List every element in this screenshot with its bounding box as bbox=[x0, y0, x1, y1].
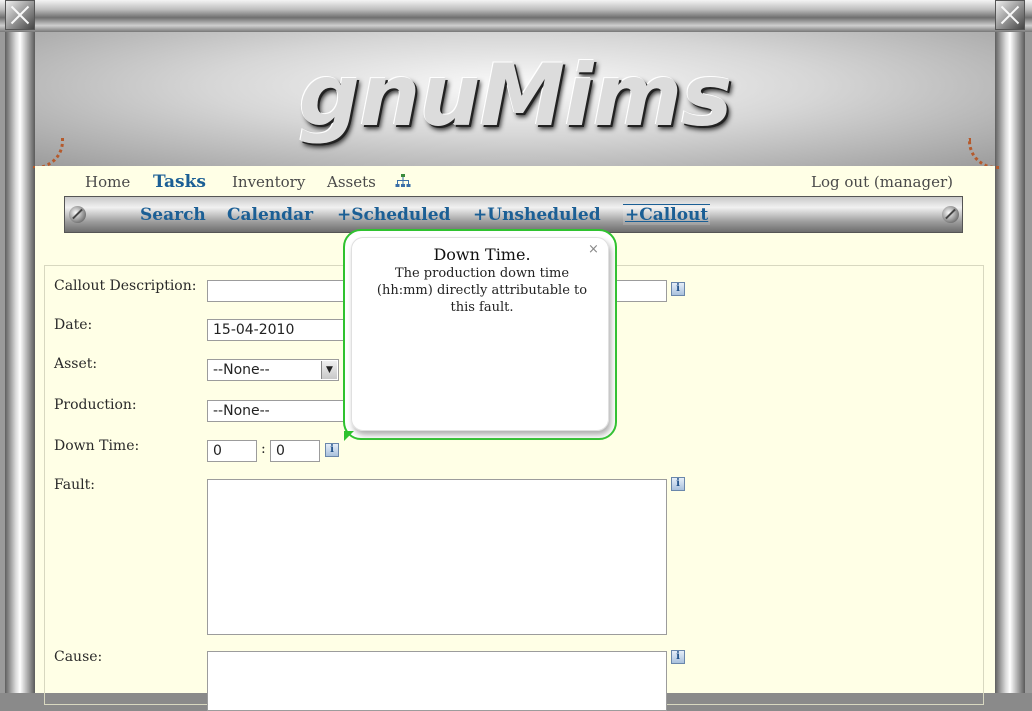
down-time-label: Down Time: bbox=[54, 438, 140, 454]
down-time-tooltip: Down Time. The production down time (hh:… bbox=[343, 229, 617, 440]
sitemap-icon[interactable] bbox=[395, 173, 411, 189]
production-label: Production: bbox=[54, 397, 137, 413]
header-banner: gnuMims bbox=[35, 32, 995, 166]
corner-bolt-left-icon bbox=[5, 0, 35, 30]
tooltip-tail bbox=[344, 431, 354, 441]
frame-edge-right bbox=[1025, 0, 1032, 693]
app-logo: gnuMims bbox=[298, 46, 733, 146]
subnav-search[interactable]: Search bbox=[140, 205, 206, 225]
chevron-down-icon[interactable]: ▼ bbox=[321, 361, 337, 379]
nav-assets[interactable]: Assets bbox=[327, 173, 376, 191]
down-time-info-icon[interactable]: i bbox=[325, 443, 339, 457]
production-select[interactable]: --None-- bbox=[207, 400, 347, 422]
callout-description-label: Callout Description: bbox=[54, 278, 197, 294]
date-label: Date: bbox=[54, 317, 93, 333]
cause-info-icon[interactable]: i bbox=[671, 650, 685, 664]
frame-top-bar bbox=[0, 0, 1032, 32]
subnav-calendar[interactable]: Calendar bbox=[227, 205, 313, 225]
fault-label: Fault: bbox=[54, 477, 95, 493]
nav-tasks[interactable]: Tasks bbox=[153, 172, 206, 192]
subnav-unscheduled[interactable]: +Unsheduled bbox=[473, 205, 601, 225]
down-time-hours-input[interactable]: 0 bbox=[207, 440, 257, 462]
cause-textarea[interactable] bbox=[207, 651, 667, 711]
asset-select[interactable]: --None-- ▼ bbox=[207, 359, 339, 381]
subnav-callout[interactable]: +Callout bbox=[623, 204, 711, 225]
down-time-minutes-input[interactable]: 0 bbox=[270, 440, 320, 462]
asset-select-value: --None-- bbox=[213, 362, 270, 378]
frame-right-pillar bbox=[995, 0, 1025, 693]
fault-textarea[interactable] bbox=[207, 479, 667, 635]
cause-label: Cause: bbox=[54, 649, 103, 665]
tooltip-body: The production down time (hh:mm) directl… bbox=[376, 266, 588, 315]
close-icon[interactable]: × bbox=[588, 242, 599, 257]
callout-description-info-icon[interactable]: i bbox=[671, 282, 685, 296]
nav-inventory[interactable]: Inventory bbox=[232, 173, 305, 191]
frame-left-pillar bbox=[5, 0, 35, 693]
logout-link[interactable]: Log out (manager) bbox=[811, 173, 953, 191]
nav-home[interactable]: Home bbox=[85, 173, 130, 191]
asset-label: Asset: bbox=[54, 356, 98, 372]
down-time-separator: : bbox=[261, 441, 266, 457]
tooltip-title: Down Time. bbox=[433, 245, 531, 264]
sub-navigation: Search Calendar +Scheduled +Unsheduled +… bbox=[64, 196, 963, 233]
corner-bolt-right-icon bbox=[995, 0, 1025, 30]
screw-right-icon bbox=[942, 206, 959, 223]
subnav-scheduled[interactable]: +Scheduled bbox=[337, 205, 450, 225]
fault-info-icon[interactable]: i bbox=[671, 477, 685, 491]
top-navigation: Home Tasks Inventory Assets Log out (man… bbox=[35, 171, 995, 195]
date-input[interactable]: 15-04-2010 bbox=[207, 319, 347, 341]
screw-left-icon bbox=[69, 206, 86, 223]
